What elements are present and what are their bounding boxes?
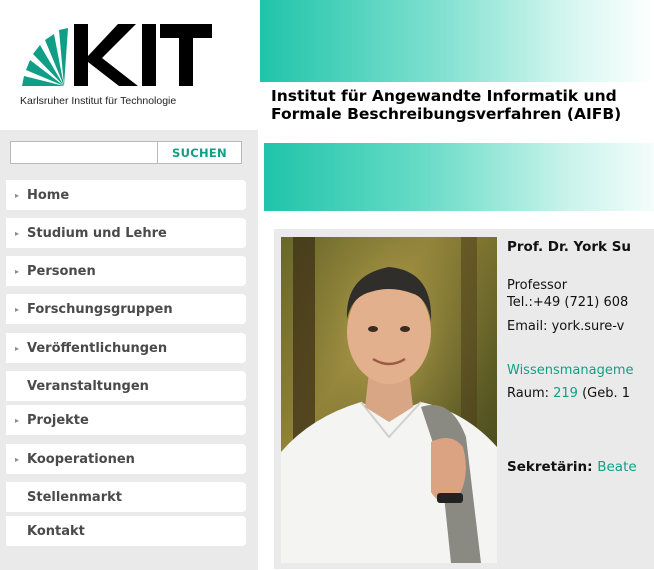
triangle-right-icon: ▸	[14, 454, 19, 464]
triangle-right-icon: ▸	[14, 415, 19, 425]
content-banner	[264, 143, 654, 211]
nav-item-home[interactable]: ▸ Home	[6, 180, 246, 210]
nav-item-projekte[interactable]: ▸ Projekte	[6, 405, 246, 435]
nav-item-label: Home	[27, 187, 70, 203]
triangle-right-icon: ▸	[14, 304, 19, 314]
secretary-label: Sekretärin:	[507, 459, 598, 475]
nav-item-personen[interactable]: ▸ Personen	[6, 256, 246, 286]
person-portrait-image	[281, 237, 497, 563]
institute-title-line1: Institut für Angewandte Informatik und	[271, 87, 617, 105]
search-input[interactable]	[11, 142, 158, 163]
nav-item-label: Personen	[27, 263, 96, 279]
research-group-link[interactable]: Wissensmanageme	[507, 363, 633, 378]
profile-photo	[281, 237, 497, 563]
nav-item-kooperationen[interactable]: ▸ Kooperationen	[6, 444, 246, 474]
profile-name: Prof. Dr. York Su	[507, 239, 632, 255]
nav-item-label: Studium und Lehre	[27, 225, 167, 241]
search-box: SUCHEN	[10, 141, 242, 164]
nav-item-label: Kontakt	[27, 523, 85, 539]
nav-item-label: Kooperationen	[27, 451, 135, 467]
room-building: (Geb. 1	[577, 386, 631, 401]
nav-item-studium-und-lehre[interactable]: ▸ Studium und Lehre	[6, 218, 246, 248]
nav-item-veranstaltungen[interactable]: Veranstaltungen	[6, 371, 246, 401]
search-button[interactable]: SUCHEN	[158, 142, 241, 163]
nav-item-forschungsgruppen[interactable]: ▸ Forschungsgruppen	[6, 294, 246, 324]
nav-item-stellenmarkt[interactable]: Stellenmarkt	[6, 482, 246, 512]
institute-title-line2: Formale Beschreibungsverfahren (AIFB)	[271, 105, 622, 123]
nav-item-label: Veröffentlichungen	[27, 340, 168, 356]
secretary: Sekretärin: Beate	[507, 459, 637, 475]
nav-item-kontakt[interactable]: Kontakt	[6, 516, 246, 546]
triangle-right-icon: ▸	[14, 190, 19, 200]
nav-item-veroeffentlichungen[interactable]: ▸ Veröffentlichungen	[6, 333, 246, 363]
logo-subtitle: Karlsruher Institut für Technologie	[20, 95, 177, 107]
profile-role: Professor	[507, 278, 568, 293]
nav-item-label: Stellenmarkt	[27, 489, 122, 505]
nav-item-label: Forschungsgruppen	[27, 301, 173, 317]
profile-phone: Tel.:+49 (721) 608	[507, 295, 629, 310]
triangle-right-icon: ▸	[14, 266, 19, 276]
institute-title[interactable]: Institut für Angewandte Informatik und F…	[271, 87, 654, 123]
profile-email[interactable]: Email: york.sure-v	[507, 319, 624, 334]
header-banner	[260, 0, 654, 82]
triangle-right-icon: ▸	[14, 228, 19, 238]
room-label: Raum:	[507, 386, 554, 401]
secretary-name-link[interactable]: Beate	[597, 459, 636, 475]
kit-logo-graphic	[22, 24, 212, 86]
nav-item-label: Veranstaltungen	[27, 378, 149, 394]
nav-item-label: Projekte	[27, 412, 89, 428]
profile-room: Raum: 219 (Geb. 1	[507, 386, 630, 401]
room-number-link[interactable]: 219	[553, 386, 578, 401]
triangle-right-icon: ▸	[14, 343, 19, 353]
